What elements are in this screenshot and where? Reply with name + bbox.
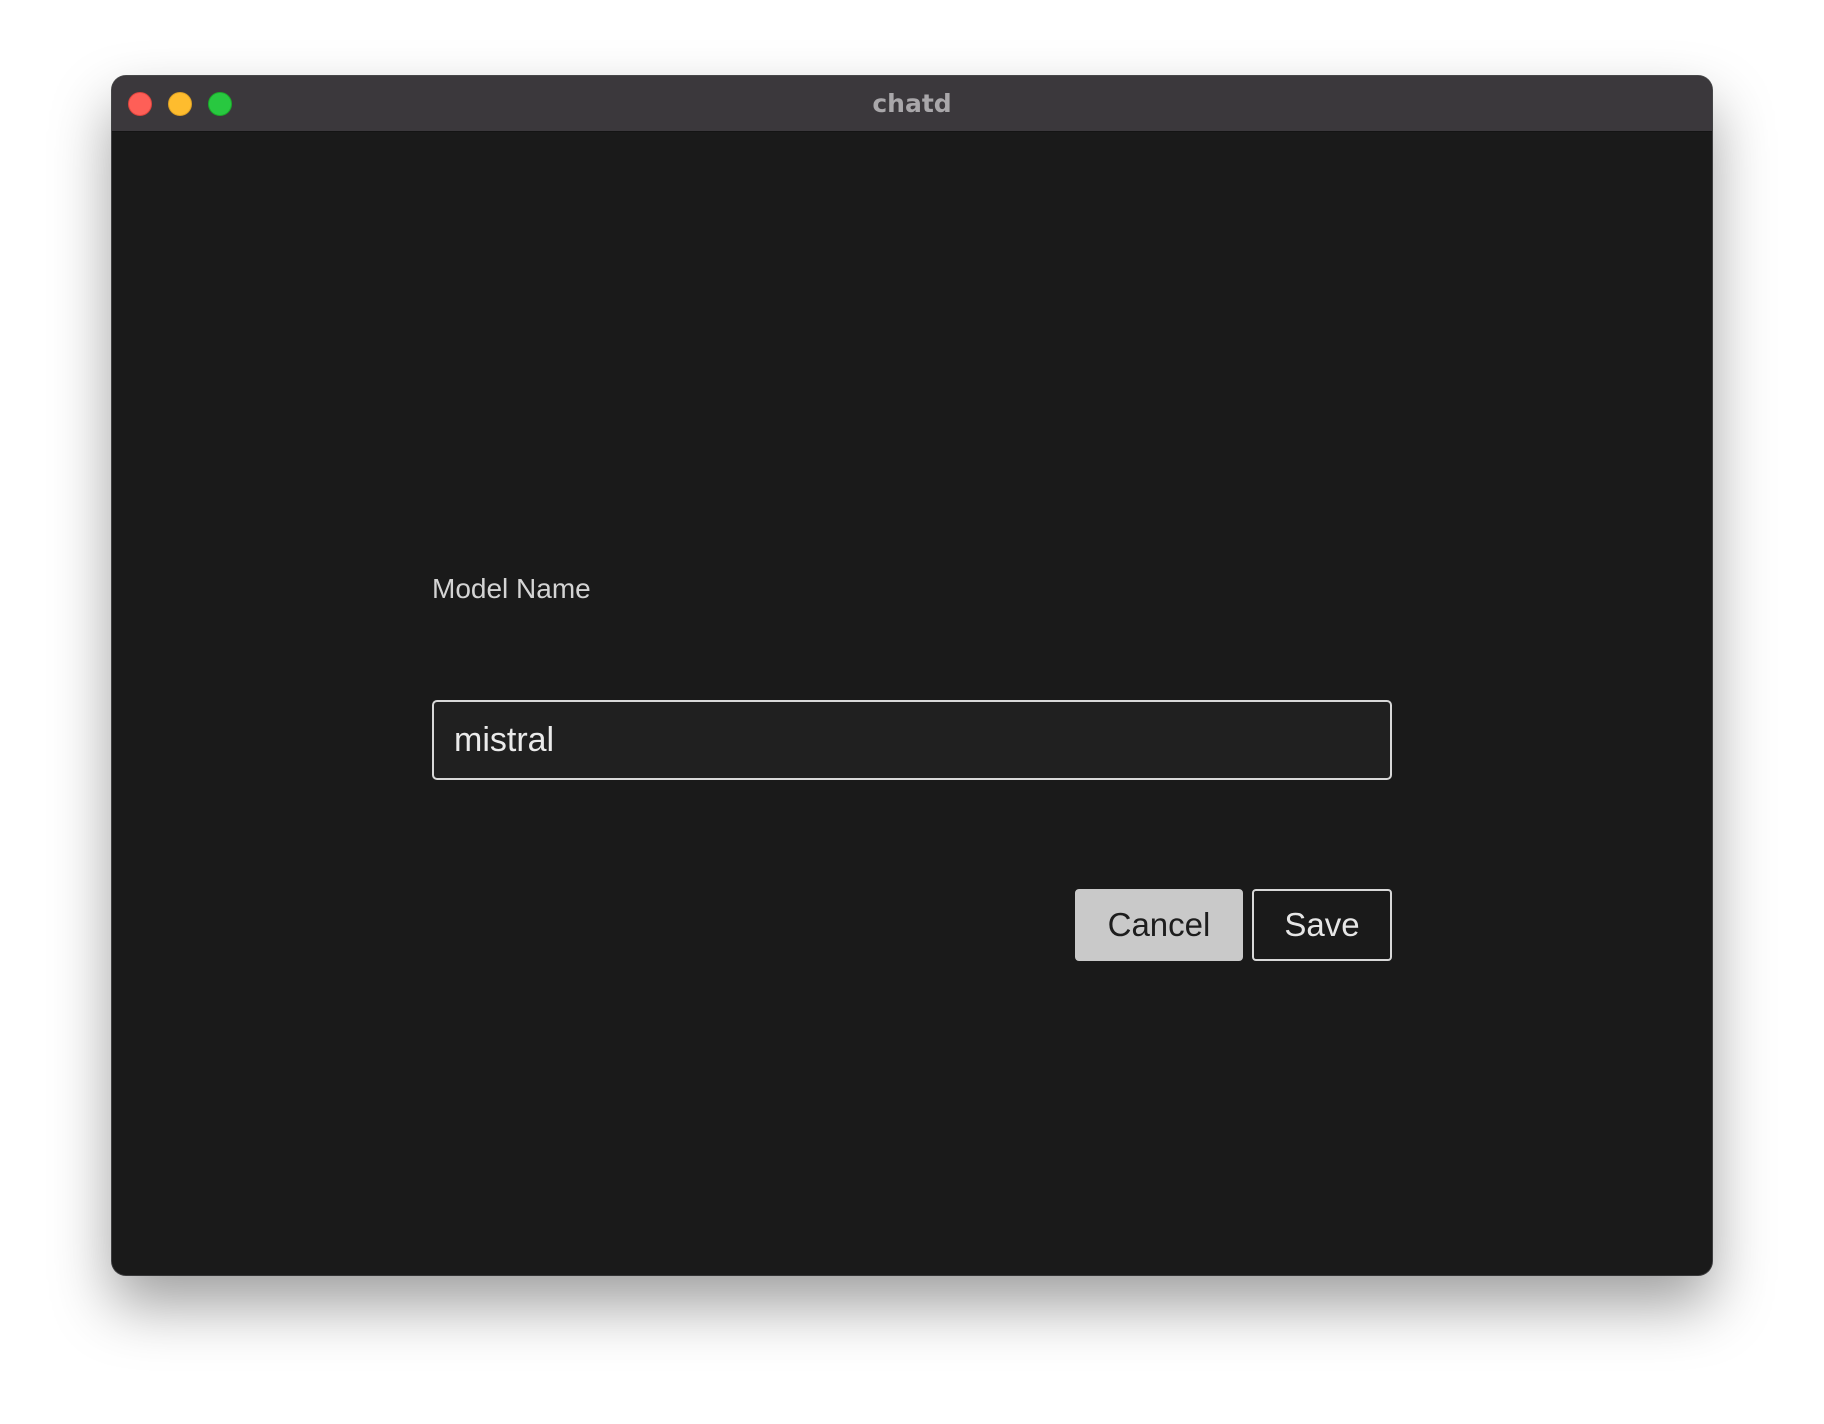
main-content: Model Name Cancel Save xyxy=(112,132,1712,1275)
model-name-field[interactable] xyxy=(432,700,1392,780)
window-title: chatd xyxy=(872,89,952,118)
model-name-label: Model Name xyxy=(432,573,591,604)
model-name-input[interactable] xyxy=(434,702,1390,778)
cancel-button[interactable]: Cancel xyxy=(1075,889,1243,961)
app-window: chatd Model Name Cancel Save xyxy=(112,76,1712,1275)
title-bar[interactable]: chatd xyxy=(112,76,1712,132)
save-button[interactable]: Save xyxy=(1252,889,1392,961)
